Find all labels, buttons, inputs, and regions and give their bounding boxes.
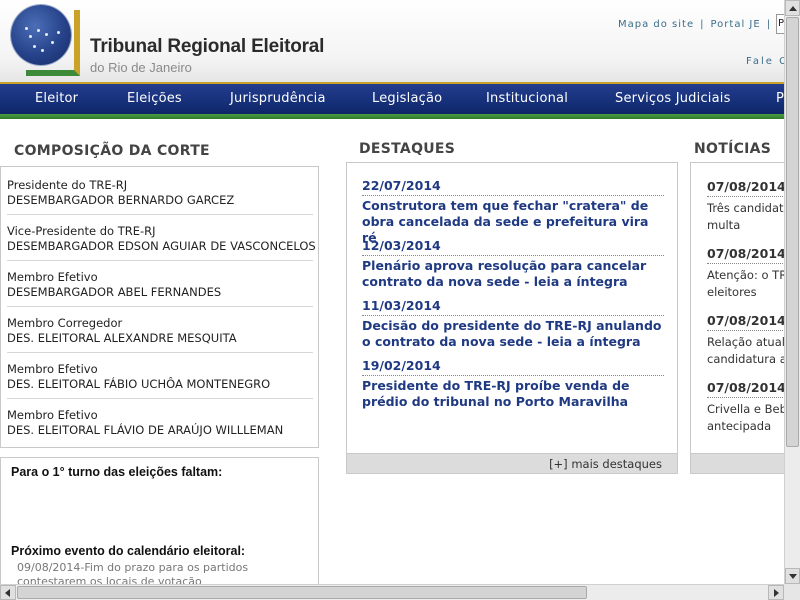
vertical-scroll-thumb[interactable] <box>786 17 799 447</box>
destaque-link[interactable]: Plenário aprova resolução para cancelar … <box>362 258 664 290</box>
top-links: Mapa do site | Portal JE | <box>618 19 777 30</box>
scroll-down-button[interactable] <box>785 568 800 584</box>
composicao-box: Presidente do TRE-RJ DESEMBARGADOR BERNA… <box>0 166 319 448</box>
nav-item-overflow[interactable]: P <box>776 91 784 106</box>
link-separator: | <box>700 19 705 30</box>
member-role: Presidente do TRE-RJ <box>7 178 128 192</box>
destaque-date: 12/03/2014 <box>362 238 664 256</box>
member-name: DESEMBARGADOR BERNARDO GARCEZ <box>7 193 235 207</box>
nav-item-legislacao[interactable]: Legislação <box>372 91 442 106</box>
destaque-date: 11/03/2014 <box>362 298 664 316</box>
arrow-right-icon <box>774 589 779 597</box>
nav-green-stripe <box>0 114 784 119</box>
nav-item-institucional[interactable]: Institucional <box>486 91 568 106</box>
destaque-link[interactable]: Decisão do presidente do TRE-RJ anulando… <box>362 318 664 350</box>
destaque-date: 19/02/2014 <box>362 358 664 376</box>
member-item[interactable]: Vice-Presidente do TRE-RJ DESEMBARGADOR … <box>7 224 316 261</box>
member-item[interactable]: Membro Efetivo DES. ELEITORAL FLÁVIO DE … <box>7 408 313 444</box>
eleicoes-countdown-box: Para o 1° turno das eleições faltam: Pró… <box>0 457 319 587</box>
portal-je-link[interactable]: Portal JE <box>711 19 761 30</box>
destaque-link[interactable]: Presidente do TRE-RJ proíbe venda de pré… <box>362 378 664 410</box>
site-title[interactable]: Tribunal Regional Eleitoral <box>90 36 324 58</box>
next-event-label: Próximo evento do calendário eleitoral: <box>11 544 246 558</box>
destaques-title: DESTAQUES <box>359 141 456 157</box>
member-role: Membro Efetivo <box>7 362 98 376</box>
horizontal-scroll-thumb[interactable] <box>17 586 587 599</box>
destaque-item: 11/03/2014 Decisão do presidente do TRE-… <box>362 298 664 350</box>
sitemap-link[interactable]: Mapa do site <box>618 19 694 30</box>
composicao-title: COMPOSIÇÃO DA CORTE <box>14 143 210 159</box>
member-name: DES. ELEITORAL FLÁVIO DE ARAÚJO WILLLEMA… <box>7 423 284 437</box>
scrollbar-corner <box>784 584 800 600</box>
member-role: Membro Efetivo <box>7 408 98 422</box>
logo-globe-icon[interactable] <box>11 5 71 65</box>
member-item[interactable]: Presidente do TRE-RJ DESEMBARGADOR BERNA… <box>7 178 313 215</box>
destaque-item: 19/02/2014 Presidente do TRE-RJ proíbe v… <box>362 358 664 410</box>
destaque-date: 22/07/2014 <box>362 178 664 196</box>
more-destaques-link[interactable]: [+] mais destaques <box>549 457 662 471</box>
destaques-footer: [+] mais destaques <box>347 453 677 473</box>
scroll-left-button[interactable] <box>0 585 16 600</box>
member-role: Vice-Presidente do TRE-RJ <box>7 224 156 238</box>
vertical-scrollbar[interactable] <box>784 0 800 584</box>
member-name: DESEMBARGADOR EDSON AGUIAR DE VASCONCELO… <box>7 239 316 253</box>
link-separator: | <box>766 19 772 30</box>
fale-conosco-link[interactable]: Fale C <box>746 56 784 67</box>
member-item[interactable]: Membro Efetivo DESEMBARGADOR ABEL FERNAN… <box>7 270 313 307</box>
destaque-item: 12/03/2014 Plenário aprova resolução par… <box>362 238 664 290</box>
nav-item-eleicoes[interactable]: Eleições <box>127 91 182 106</box>
member-role: Membro Efetivo <box>7 270 98 284</box>
nav-item-jurisprudencia[interactable]: Jurisprudência <box>230 91 326 106</box>
countdown-label: Para o 1° turno das eleições faltam: <box>11 465 223 479</box>
site-header: Tribunal Regional Eleitoral do Rio de Ja… <box>0 0 784 82</box>
member-item[interactable]: Membro Efetivo DES. ELEITORAL FÁBIO UCHÔ… <box>7 362 313 399</box>
member-name: DESEMBARGADOR ABEL FERNANDES <box>7 285 222 299</box>
arrow-left-icon <box>5 589 10 597</box>
main-nav: Eleitor Eleições Jurisprudência Legislaç… <box>0 82 784 114</box>
scroll-up-button[interactable] <box>785 0 800 16</box>
member-item[interactable]: Membro Corregedor DES. ELEITORAL ALEXAND… <box>7 316 313 353</box>
destaque-item: 22/07/2014 Construtora tem que fechar "c… <box>362 178 664 246</box>
member-name: DES. ELEITORAL FÁBIO UCHÔA MONTENEGRO <box>7 377 271 391</box>
nav-item-servicos-judiciais[interactable]: Serviços Judiciais <box>615 91 731 106</box>
member-name: DES. ELEITORAL ALEXANDRE MESQUITA <box>7 331 237 345</box>
scroll-right-button[interactable] <box>768 585 784 600</box>
member-role: Membro Corregedor <box>7 316 123 330</box>
horizontal-scrollbar[interactable] <box>0 584 784 600</box>
arrow-down-icon <box>789 574 797 579</box>
site-subtitle: do Rio de Janeiro <box>90 60 192 75</box>
destaques-box: 22/07/2014 Construtora tem que fechar "c… <box>346 162 678 474</box>
nav-item-eleitor[interactable]: Eleitor <box>35 91 78 106</box>
noticias-title: NOTÍCIAS <box>694 141 772 157</box>
arrow-up-icon <box>789 6 797 11</box>
